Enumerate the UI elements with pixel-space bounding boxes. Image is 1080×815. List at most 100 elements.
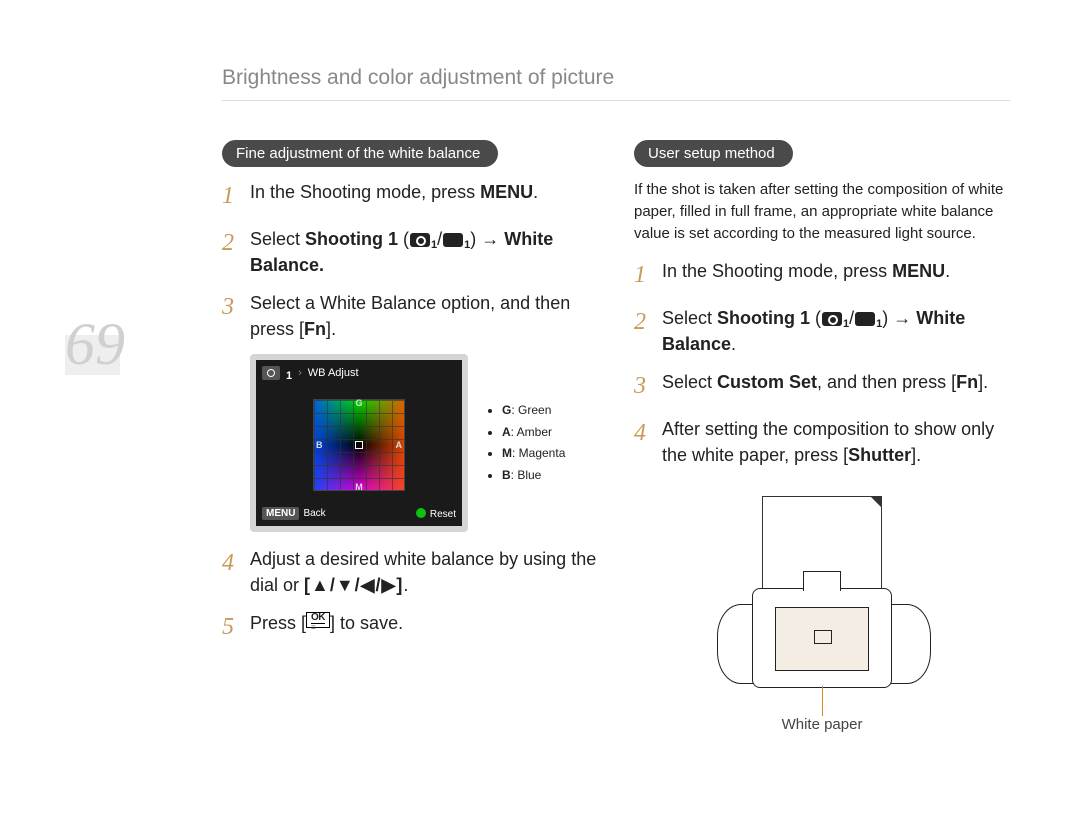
wb-reset-label: Reset [430,509,456,520]
text: Adjust a desired white balance by using … [250,549,596,595]
bold-text: Custom Set [717,372,817,392]
header-rule [222,100,1010,101]
legend-val: : Magenta [512,446,565,460]
camera-body-shape [752,588,892,688]
reset-dot-icon [416,508,426,518]
bold-text: Shooting 1 [305,229,398,249]
step-body: Press [OK≡] to save. [250,610,598,636]
page-number: 69 [65,310,125,379]
legend-val: : Green [511,403,551,417]
left-steps: 1 In the Shooting mode, press MENU. 2 Se… [222,179,598,342]
text: In the Shooting mode, press [250,182,480,202]
text: Press [250,613,301,633]
step-number: 3 [634,369,662,404]
wb-title: WB Adjust [308,367,359,379]
legend-key: B [502,468,511,482]
wb-legend-item: G: Green [502,400,565,422]
step-number: 3 [222,290,250,325]
text: ) → [882,308,916,328]
wb-grid-wrap: G A M B [260,384,458,506]
camera-icon [822,312,842,326]
legend-key: G [502,403,511,417]
left-column: Fine adjustment of the white balance 1 I… [222,140,598,733]
text: ) → [470,229,504,249]
wb-axis-m: M [355,482,363,492]
step-body: In the Shooting mode, press MENU. [662,258,1010,284]
wb-legend-item: A: Amber [502,422,565,444]
camera-icon-sub: 1 [431,239,437,251]
camera-icon-sub: 1 [843,318,849,330]
right-column: User setup method If the shot is taken a… [634,140,1010,733]
video-icon-sub: 1 [876,318,882,330]
text: After setting the composition to show on… [662,419,994,465]
page-header: Brightness and color adjustment of pictu… [222,66,614,90]
step-body: Select a White Balance option, and then … [250,290,598,342]
text: , and then press [817,372,951,392]
wb-legend-item: M: Magenta [502,443,565,465]
arrow-keys: [▲/▼/◀/▶] [304,575,403,595]
legend-key: A [502,425,511,439]
wb-back: MENUBack [262,508,326,520]
left-steps-cont: 4 Adjust a desired white balance by usin… [222,546,598,645]
video-icon [443,233,463,247]
step-number: 1 [634,258,662,293]
text: to save. [335,613,403,633]
wb-adjust-row: 1 › WB Adjust G A M B MEN [250,354,598,532]
camera-prism-shape [803,571,841,591]
step-number: 2 [634,305,662,340]
wb-color-grid: G A M B [313,399,405,491]
left-step-3: 3 Select a White Balance option, and the… [222,290,598,342]
step-number: 4 [634,416,662,451]
text: . [731,334,736,354]
left-step-1: 1 In the Shooting mode, press MENU. [222,179,598,214]
step-number: 4 [222,546,250,581]
left-step-2: 2 Select Shooting 1 (1/1) → White Balanc… [222,226,598,278]
wb-axis-g: G [355,398,362,408]
video-icon [855,312,875,326]
legend-val: : Amber [511,425,552,439]
step-body: Select Custom Set, and then press [Fn]. [662,369,1010,395]
wb-axis-a: A [396,440,403,450]
text: . [945,261,950,281]
right-steps: 1 In the Shooting mode, press MENU. 2 Se… [634,258,1010,468]
bold-text: Fn [956,372,978,392]
video-icon-sub: 1 [464,239,470,251]
step-body: Adjust a desired white balance by using … [250,546,598,598]
text: In the Shooting mode, press [662,261,892,281]
ok-top: OK [311,612,325,623]
bold-text: MENU [892,261,945,281]
menu-badge: MENU [262,507,299,520]
text: . [403,575,408,595]
step-body: Select Shooting 1 (1/1) → White Balance. [662,305,1010,357]
wb-axis-b: B [316,440,323,450]
content-columns: Fine adjustment of the white balance 1 I… [222,140,1010,733]
callout-line [822,686,823,716]
wb-legend-item: B: Blue [502,465,565,487]
wb-footer: MENUBack Reset [260,506,458,522]
wb-adjust-screen: 1 › WB Adjust G A M B MEN [250,354,468,532]
step-number: 5 [222,610,250,645]
wb-cursor [355,441,363,449]
right-step-2: 2 Select Shooting 1 (1/1) → White Balanc… [634,305,1010,357]
wb-legend: G: Green A: Amber M: Magenta B: Blue [486,400,565,486]
text: . [331,319,336,339]
text: Select [250,229,305,249]
wb-reset: Reset [416,508,456,520]
step-body: Select Shooting 1 (1/1) → White Balance. [250,226,598,278]
step-number: 1 [222,179,250,214]
camera-icon [410,233,430,247]
camera-icon [262,366,280,380]
chevron-right-icon: › [298,367,302,379]
wb-icon-sub: 1 [286,370,292,382]
right-step-4: 4 After setting the composition to show … [634,416,1010,468]
camera-screen-shape [775,607,869,671]
ok-bot: ≡ [311,623,325,632]
text: . [533,182,538,202]
section-pill-right: User setup method [634,140,793,167]
text: . [983,372,988,392]
text: Select [662,308,717,328]
text: Select [662,372,717,392]
right-step-1: 1 In the Shooting mode, press MENU. [634,258,1010,293]
bold-text: Shooting 1 [717,308,810,328]
bold-text: MENU [480,182,533,202]
